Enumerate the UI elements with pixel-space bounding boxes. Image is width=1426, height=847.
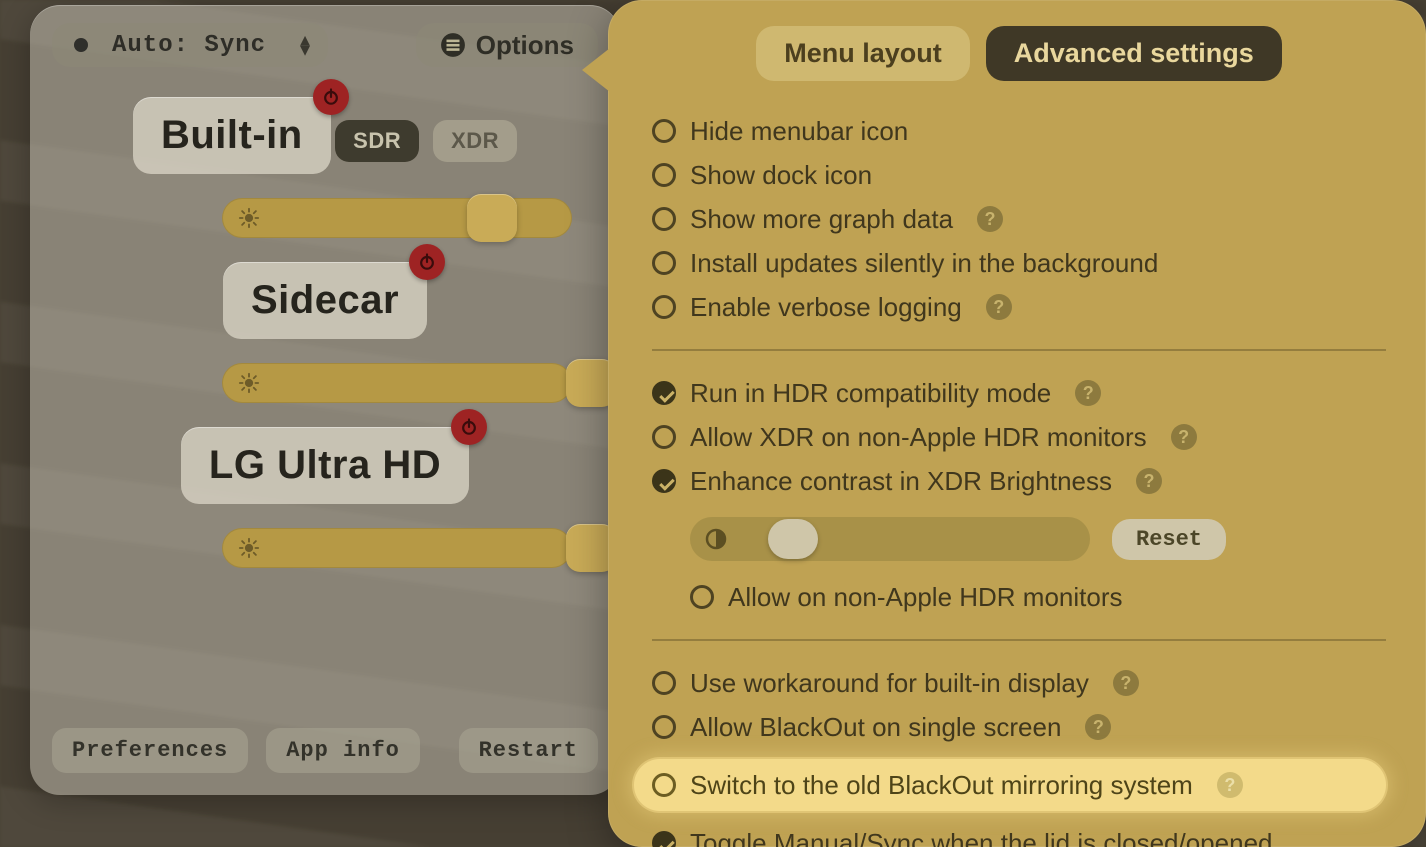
brightness-thumb[interactable] <box>467 194 517 242</box>
help-icon[interactable]: ? <box>1136 468 1162 494</box>
contrast-thumb[interactable] <box>768 519 818 559</box>
opt-blackout-single[interactable]: Allow BlackOut on single screen ? <box>652 711 1386 743</box>
opt-show-dock-icon[interactable]: Show dock icon <box>652 159 1386 191</box>
opt-label: Enable verbose logging <box>690 291 962 323</box>
opt-show-more-graph-data[interactable]: Show more graph data ? <box>652 203 1386 235</box>
display-block-lg: LG Ultra HD <box>52 427 598 568</box>
divider <box>652 349 1386 351</box>
top-row: Auto: Sync ▴▾ Options <box>52 23 598 67</box>
display-block-sidecar: Sidecar <box>52 262 598 403</box>
list-icon <box>440 32 466 58</box>
opt-enhance-contrast-xdr[interactable]: Enhance contrast in XDR Brightness ? <box>652 465 1386 497</box>
opt-label: Run in HDR compatibility mode <box>690 377 1051 409</box>
radio-icon <box>690 585 714 609</box>
settings-list: Hide menubar icon Show dock icon Show mo… <box>652 115 1386 847</box>
display-card[interactable]: Sidecar <box>223 262 427 339</box>
display-name: Sidecar <box>251 278 399 323</box>
brightness-icon <box>238 537 260 559</box>
power-icon[interactable] <box>451 409 487 445</box>
brightness-icon <box>238 207 260 229</box>
highlighted-option: Switch to the old BlackOut mirroring sys… <box>634 759 1386 811</box>
mode-label: Auto: Sync <box>112 32 266 59</box>
radio-icon <box>652 119 676 143</box>
opt-enable-verbose-logging[interactable]: Enable verbose logging ? <box>652 291 1386 323</box>
opt-label: Toggle Manual/Sync when the lid is close… <box>690 827 1273 847</box>
divider <box>652 639 1386 641</box>
opt-toggle-manual-sync-lid[interactable]: Toggle Manual/Sync when the lid is close… <box>652 827 1386 847</box>
radio-icon <box>652 207 676 231</box>
popover-tabs: Menu layout Advanced settings <box>652 26 1386 81</box>
contrast-slider[interactable] <box>690 517 1090 561</box>
opt-allow-non-apple-hdr[interactable]: Allow on non-Apple HDR monitors <box>690 581 1386 613</box>
opt-hide-menubar-icon[interactable]: Hide menubar icon <box>652 115 1386 147</box>
radio-icon <box>652 251 676 275</box>
sdr-button[interactable]: SDR <box>335 120 419 162</box>
restart-button[interactable]: Restart <box>459 728 598 773</box>
app-menu-panel: Auto: Sync ▴▾ Options Built-in SDR XDR <box>30 5 620 795</box>
help-icon[interactable]: ? <box>1075 380 1101 406</box>
brightness-slider-builtin[interactable] <box>222 198 572 238</box>
help-icon[interactable]: ? <box>1085 714 1111 740</box>
radio-icon <box>652 163 676 187</box>
footer-row: Preferences App info Restart <box>52 728 598 773</box>
contrast-slider-row: Reset <box>690 517 1386 561</box>
opt-old-blackout-mirroring[interactable]: Switch to the old BlackOut mirroring sys… <box>652 769 1364 801</box>
radio-icon <box>652 425 676 449</box>
display-card[interactable]: LG Ultra HD <box>181 427 469 504</box>
help-icon[interactable]: ? <box>1217 772 1243 798</box>
updown-chevron-icon: ▴▾ <box>300 35 310 55</box>
options-popover: Menu layout Advanced settings Hide menub… <box>608 0 1426 847</box>
display-name: Built-in <box>161 113 303 158</box>
opt-hdr-compat-mode[interactable]: Run in HDR compatibility mode ? <box>652 377 1386 409</box>
opt-install-updates-background[interactable]: Install updates silently in the backgrou… <box>652 247 1386 279</box>
power-icon[interactable] <box>313 79 349 115</box>
preferences-button[interactable]: Preferences <box>52 728 248 773</box>
power-icon[interactable] <box>409 244 445 280</box>
options-button[interactable]: Options <box>416 23 598 67</box>
contrast-icon <box>704 527 728 551</box>
radio-icon <box>652 469 676 493</box>
radio-icon <box>652 715 676 739</box>
mode-selector[interactable]: Auto: Sync ▴▾ <box>52 23 328 67</box>
opt-label: Allow on non-Apple HDR monitors <box>728 581 1123 613</box>
brightness-icon <box>238 372 260 394</box>
mode-toggle: SDR XDR <box>335 120 517 162</box>
brightness-slider-lg[interactable] <box>222 528 572 568</box>
opt-allow-xdr-non-apple[interactable]: Allow XDR on non-Apple HDR monitors ? <box>652 421 1386 453</box>
mode-indicator-dot <box>74 38 88 52</box>
app-info-button[interactable]: App info <box>266 728 420 773</box>
help-icon[interactable]: ? <box>977 206 1003 232</box>
help-icon[interactable]: ? <box>1113 670 1139 696</box>
radio-icon <box>652 831 676 847</box>
help-icon[interactable]: ? <box>986 294 1012 320</box>
radio-icon <box>652 773 676 797</box>
tab-menu-layout[interactable]: Menu layout <box>756 26 970 81</box>
radio-icon <box>652 381 676 405</box>
display-card[interactable]: Built-in <box>133 97 331 174</box>
opt-label: Show more graph data <box>690 203 953 235</box>
opt-label: Show dock icon <box>690 159 872 191</box>
opt-workaround-builtin[interactable]: Use workaround for built-in display ? <box>652 667 1386 699</box>
opt-label: Use workaround for built-in display <box>690 667 1089 699</box>
help-icon[interactable]: ? <box>1171 424 1197 450</box>
radio-icon <box>652 671 676 695</box>
opt-label: Enhance contrast in XDR Brightness <box>690 465 1112 497</box>
brightness-slider-sidecar[interactable] <box>222 363 572 403</box>
options-label: Options <box>476 30 574 61</box>
opt-label: Install updates silently in the backgrou… <box>690 247 1158 279</box>
opt-label: Allow BlackOut on single screen <box>690 711 1061 743</box>
opt-label: Hide menubar icon <box>690 115 908 147</box>
opt-label: Allow XDR on non-Apple HDR monitors <box>690 421 1147 453</box>
tab-advanced-settings[interactable]: Advanced settings <box>986 26 1282 81</box>
xdr-button[interactable]: XDR <box>433 120 517 162</box>
display-name: LG Ultra HD <box>209 443 441 488</box>
opt-label: Switch to the old BlackOut mirroring sys… <box>690 769 1193 801</box>
display-block-builtin: Built-in SDR XDR <box>52 97 598 238</box>
reset-button[interactable]: Reset <box>1112 519 1226 560</box>
radio-icon <box>652 295 676 319</box>
